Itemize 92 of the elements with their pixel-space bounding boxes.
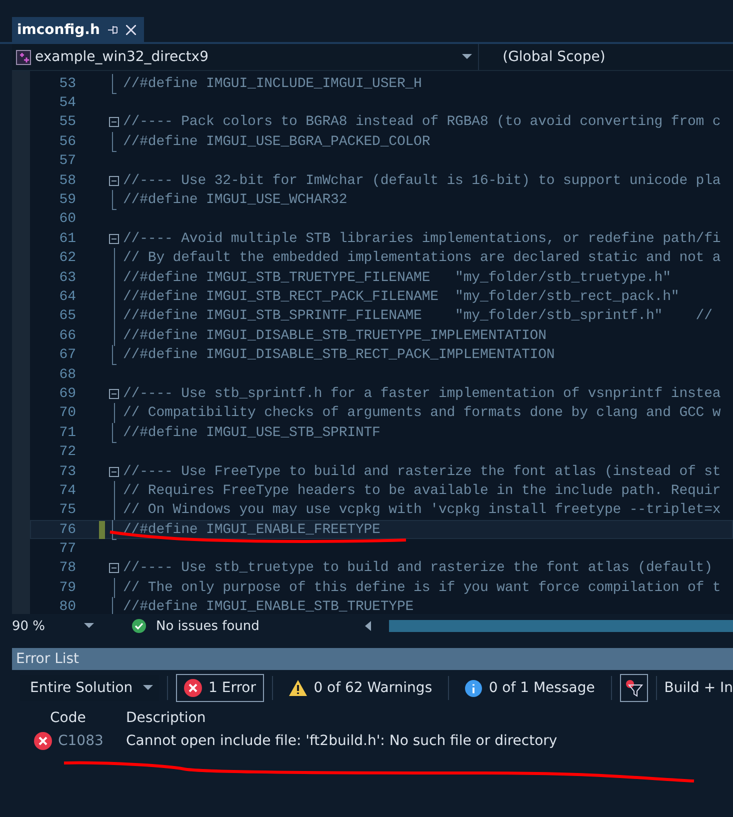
column-header[interactable]: Description xyxy=(126,710,733,726)
line-number: 62 xyxy=(58,250,76,266)
line-number: 56 xyxy=(58,134,76,150)
dropdown-caret-icon xyxy=(462,54,472,60)
line-number: 60 xyxy=(58,211,76,228)
line-number: 71 xyxy=(58,424,76,441)
code-line: // Compatibility checks of arguments and formats done by clang and GCC w xyxy=(123,405,721,422)
line-number: 68 xyxy=(58,366,76,383)
scope-dropdown[interactable]: (Global Scope) xyxy=(478,44,733,70)
line-number: 70 xyxy=(58,405,76,422)
line-number: 67 xyxy=(58,347,76,364)
code-line: //#define IMGUI_ENABLE_FREETYPE xyxy=(123,522,380,538)
line-number: 53 xyxy=(58,76,76,92)
line-number: 64 xyxy=(58,288,76,305)
file-tab[interactable]: imconfig.h xyxy=(12,17,144,42)
line-number: 57 xyxy=(58,153,76,170)
warning-icon xyxy=(288,680,307,696)
filter-toggle[interactable]: 0 of 1 Message xyxy=(456,674,603,702)
filter-icon xyxy=(624,679,643,697)
line-number: 80 xyxy=(58,599,76,614)
panel-title: Error List xyxy=(16,651,80,667)
project-icon xyxy=(16,50,31,64)
code-line: // On Windows you may use vcpkg with 'vcpkg install freetype --triplet=x xyxy=(123,502,721,518)
error-code: C1083 xyxy=(57,733,104,749)
code-line: //---- Use FreeType to build and rasterize the font atlas (instead of st xyxy=(123,464,721,480)
collapse-icon[interactable] xyxy=(109,388,119,399)
code-line: //---- Use 32-bit for ImWchar (default is 16-bit) to support unicode pla xyxy=(123,172,721,189)
line-number: 65 xyxy=(58,308,76,324)
code-line: //#define IMGUI_DISABLE_STB_TRUETYPE_IMPLEMENTATION xyxy=(123,328,546,344)
code-line: //#define IMGUI_USE_STB_SPRINTF xyxy=(123,424,380,441)
line-number: 74 xyxy=(58,482,76,499)
code-line: // By default the embedded implementations are declared static and not a xyxy=(123,250,721,266)
code-line: //---- Use stb_sprintf.h for a faster implementation of vsnprintf instea xyxy=(123,386,721,402)
line-number: 63 xyxy=(58,270,76,286)
collapse-icon[interactable] xyxy=(109,466,119,476)
issues-status: No issues found xyxy=(156,618,260,634)
fold-end-line xyxy=(112,520,116,540)
info-icon xyxy=(464,680,482,696)
project-dropdown[interactable]: example_win32_directx9 xyxy=(12,44,479,70)
line-number: 77 xyxy=(58,541,76,558)
code-line: //#define IMGUI_INCLUDE_IMGUI_USER_H xyxy=(123,76,422,92)
line-number: 73 xyxy=(58,464,76,480)
fold-end-line xyxy=(112,132,116,152)
fold-end-line xyxy=(112,74,116,94)
line-number: 59 xyxy=(58,192,76,208)
collapse-icon[interactable] xyxy=(109,117,119,128)
horizontal-scrollbar[interactable] xyxy=(389,620,733,632)
error-icon xyxy=(34,732,52,750)
code-line: //#define IMGUI_ENABLE_STB_TRUETYPE xyxy=(123,599,414,614)
line-number: 54 xyxy=(58,95,76,112)
line-number: 75 xyxy=(58,502,76,518)
collapse-icon[interactable] xyxy=(109,176,119,186)
code-line: //#define IMGUI_USE_BGRA_PACKED_COLOR xyxy=(123,134,430,150)
filter-button[interactable] xyxy=(620,674,648,702)
line-number: 61 xyxy=(58,230,76,247)
column-header[interactable]: Code xyxy=(50,710,126,726)
fold-end-line xyxy=(112,422,116,443)
scroll-left-icon[interactable] xyxy=(365,621,372,631)
build-filter-dropdown[interactable]: Build + In xyxy=(664,680,733,696)
error-description: Cannot open include file: 'ft2build.h': No such file or directory xyxy=(126,733,558,749)
code-line: //#define IMGUI_USE_WCHAR32 xyxy=(123,192,348,208)
filter-toggle[interactable]: 1 Error xyxy=(176,674,264,702)
line-number: 79 xyxy=(58,580,76,596)
zoom-level[interactable]: 90 % xyxy=(12,618,74,634)
collapse-icon[interactable] xyxy=(109,563,119,574)
line-number: 78 xyxy=(58,560,76,576)
code-line: //---- Use stb_truetype to build and rasterize the font atlas (default) xyxy=(123,560,712,576)
code-line: //---- Avoid multiple STB libraries implementations, or redefine path/fi xyxy=(123,230,721,247)
code-line: //#define IMGUI_STB_RECT_PACK_FILENAME "my_folder/stb_rect_pack.h" xyxy=(123,288,680,305)
dropdown-caret-icon xyxy=(84,623,94,629)
line-number: 76 xyxy=(58,522,76,538)
code-line: // The only purpose of this define is if you want force compilation of t xyxy=(123,580,721,596)
fold-end-line xyxy=(112,190,116,210)
fold-end-line xyxy=(112,345,116,366)
code-line: //---- Pack colors to BGRA8 instead of RGBA8 (to avoid converting from c xyxy=(123,114,721,130)
line-number: 72 xyxy=(58,444,76,460)
line-number: 66 xyxy=(58,328,76,344)
line-number: 55 xyxy=(58,114,76,130)
check-icon xyxy=(132,619,146,633)
code-line: // Requires FreeType headers to be available in the include path. Requir xyxy=(123,482,721,499)
error-icon xyxy=(184,679,202,697)
code-line: //#define IMGUI_STB_SPRINTF_FILENAME "my_folder/stb_sprintf.h" // xyxy=(123,308,712,324)
line-number: 58 xyxy=(58,172,76,189)
filter-toggle[interactable]: 0 of 62 Warnings xyxy=(280,674,440,702)
code-line: //#define IMGUI_DISABLE_STB_RECT_PACK_IMPLEMENTATION xyxy=(123,347,555,364)
line-number: 69 xyxy=(58,386,76,402)
close-icon[interactable] xyxy=(126,24,136,34)
dropdown-caret-icon xyxy=(142,685,153,691)
pin-icon[interactable] xyxy=(108,24,118,34)
collapse-icon[interactable] xyxy=(109,234,119,244)
code-line: //#define IMGUI_STB_TRUETYPE_FILENAME "my_folder/stb_truetype.h" xyxy=(123,270,671,286)
code-editor[interactable] xyxy=(12,71,733,614)
